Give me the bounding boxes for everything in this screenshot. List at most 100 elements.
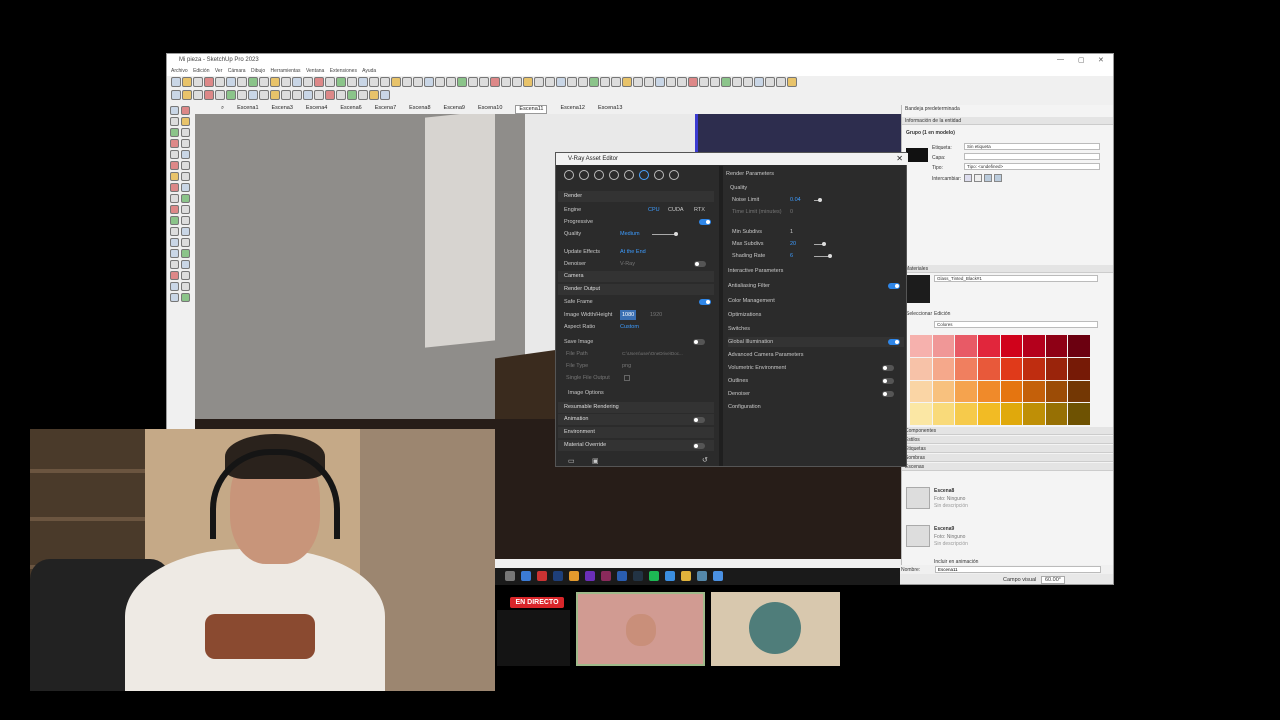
vray-taskbar-icon[interactable] <box>697 571 707 581</box>
extension-icon[interactable] <box>523 77 533 87</box>
menu-edicion[interactable]: Edición <box>193 68 209 74</box>
max-subdivs-slider[interactable] <box>814 242 826 246</box>
color-swatch[interactable] <box>1023 335 1045 357</box>
pan-icon[interactable] <box>325 77 335 87</box>
max-subdivs-value[interactable]: 20 <box>790 239 796 249</box>
shadow-receive-icon[interactable] <box>994 174 1002 182</box>
save-icon[interactable]: ▣ <box>592 457 599 465</box>
section-sombras[interactable]: Sombras <box>902 454 1113 462</box>
tool-tape-icon[interactable] <box>170 216 179 225</box>
photoshop-icon[interactable] <box>553 571 563 581</box>
global-illumination-header[interactable]: Global Illumination <box>728 337 904 347</box>
sandbox-icon[interactable] <box>545 77 555 87</box>
paint-bucket-icon[interactable] <box>303 77 313 87</box>
tool-circle-icon[interactable] <box>170 150 179 159</box>
minimize-icon[interactable]: — <box>1057 56 1064 63</box>
move-tool-icon[interactable] <box>237 77 247 87</box>
tool-2pt-arc-icon[interactable] <box>181 161 190 170</box>
maximize-icon[interactable]: ▢ <box>1078 56 1085 64</box>
color-swatch[interactable] <box>1023 357 1045 380</box>
color-swatch[interactable] <box>932 357 955 380</box>
tool-select-icon[interactable] <box>170 106 179 115</box>
color-swatch[interactable] <box>977 380 1000 403</box>
tool-rectangle-icon[interactable] <box>170 139 179 148</box>
field-of-view-field[interactable]: 60.00° <box>1041 576 1065 584</box>
engine-rtx[interactable]: RTX <box>694 205 705 215</box>
menu-ventana[interactable]: Ventana <box>306 68 324 74</box>
vray-clipper-icon[interactable] <box>325 90 335 100</box>
vray-sphere-light-icon[interactable] <box>226 90 236 100</box>
color-swatch[interactable] <box>910 335 932 357</box>
denoiser-toggle[interactable] <box>694 261 706 267</box>
tool-text-icon[interactable] <box>181 227 190 236</box>
menu-ver[interactable]: Ver <box>215 68 223 74</box>
section-estilos[interactable]: Estilos <box>902 436 1113 444</box>
switches-header[interactable]: Switches <box>728 324 750 334</box>
explorer-icon[interactable] <box>505 571 515 581</box>
close-icon[interactable]: ✕ <box>1098 56 1104 64</box>
render-output-section[interactable]: Render Output <box>558 284 714 295</box>
warehouse-icon[interactable] <box>512 77 522 87</box>
color-swatch[interactable] <box>1045 335 1068 357</box>
nombre-field[interactable]: Escena11 <box>935 566 1101 573</box>
materials-header[interactable]: Materiales <box>902 265 1113 273</box>
render-icon[interactable] <box>654 170 664 180</box>
push-pull-icon[interactable] <box>226 77 236 87</box>
color-swatch[interactable] <box>910 403 932 425</box>
settings-icon[interactable] <box>639 170 649 180</box>
palette-select[interactable]: Colores <box>934 321 1098 328</box>
section-cut-icon[interactable] <box>501 77 511 87</box>
outlines-header[interactable]: Outlines <box>728 376 748 386</box>
acrobat-icon[interactable] <box>537 571 547 581</box>
vray-lights-gen-icon[interactable] <box>369 90 379 100</box>
geometry-icon[interactable] <box>594 170 604 180</box>
tool-previous-icon[interactable] <box>181 271 190 280</box>
material-override-toggle[interactable] <box>693 443 705 449</box>
hidden-line-icon[interactable] <box>446 77 456 87</box>
section-componentes[interactable]: Componentes <box>902 427 1113 435</box>
tool-3pt-arc-icon[interactable] <box>170 172 179 181</box>
text-tool-icon[interactable] <box>292 77 302 87</box>
scale-tool-icon[interactable] <box>259 77 269 87</box>
front-view-icon[interactable] <box>380 77 390 87</box>
tool-followme-icon[interactable] <box>181 194 190 203</box>
color-swatch[interactable] <box>1068 380 1090 403</box>
denoiser-right-toggle[interactable] <box>882 391 894 397</box>
vray-decal-icon[interactable] <box>347 90 357 100</box>
vray-mesh-light-icon[interactable] <box>281 90 291 100</box>
environment-section[interactable]: Environment <box>558 427 714 438</box>
tool-move-icon[interactable] <box>170 183 179 192</box>
intersect-icon[interactable] <box>688 77 698 87</box>
line-tool-icon[interactable] <box>193 77 203 87</box>
min-subdivs-value[interactable]: 1 <box>790 227 793 237</box>
file-explorer-icon[interactable] <box>681 571 691 581</box>
shape-tool-icon[interactable] <box>215 77 225 87</box>
tab-escena12[interactable]: Escena12 <box>560 105 584 114</box>
quality-slider[interactable] <box>652 232 678 236</box>
color-swatch[interactable] <box>955 380 977 403</box>
subtract-icon[interactable] <box>721 77 731 87</box>
vray-omni-light-icon[interactable] <box>259 90 269 100</box>
volumetric-toggle[interactable] <box>882 365 894 371</box>
textured-icon[interactable] <box>468 77 478 87</box>
tool-pushpull-icon[interactable] <box>181 183 190 192</box>
reset-icon[interactable]: ↺ <box>702 456 708 464</box>
materials-icon[interactable] <box>564 170 574 180</box>
tool-polygon-icon[interactable] <box>181 150 190 159</box>
quality-header[interactable]: Quality <box>730 183 747 193</box>
denoiser-value[interactable]: V-Ray <box>620 259 635 269</box>
entity-info-header[interactable]: Información de la entidad <box>902 117 1113 125</box>
xray-icon[interactable] <box>424 77 434 87</box>
color-swatch[interactable] <box>1045 380 1068 403</box>
noise-limit-value[interactable]: 0.04 <box>790 195 801 205</box>
edge-icon[interactable] <box>665 571 675 581</box>
fog-icon[interactable] <box>589 77 599 87</box>
chrome-icon[interactable] <box>713 571 723 581</box>
tab-escena6[interactable]: Escena6 <box>340 105 361 114</box>
position-camera-icon[interactable] <box>611 77 621 87</box>
look-around-icon[interactable] <box>622 77 632 87</box>
render-parameters-header[interactable]: Render Parameters <box>726 169 774 179</box>
denoiser-header[interactable]: Denoiser <box>728 389 750 399</box>
shaded-icon[interactable] <box>457 77 467 87</box>
tool-zoomext-icon[interactable] <box>170 271 179 280</box>
